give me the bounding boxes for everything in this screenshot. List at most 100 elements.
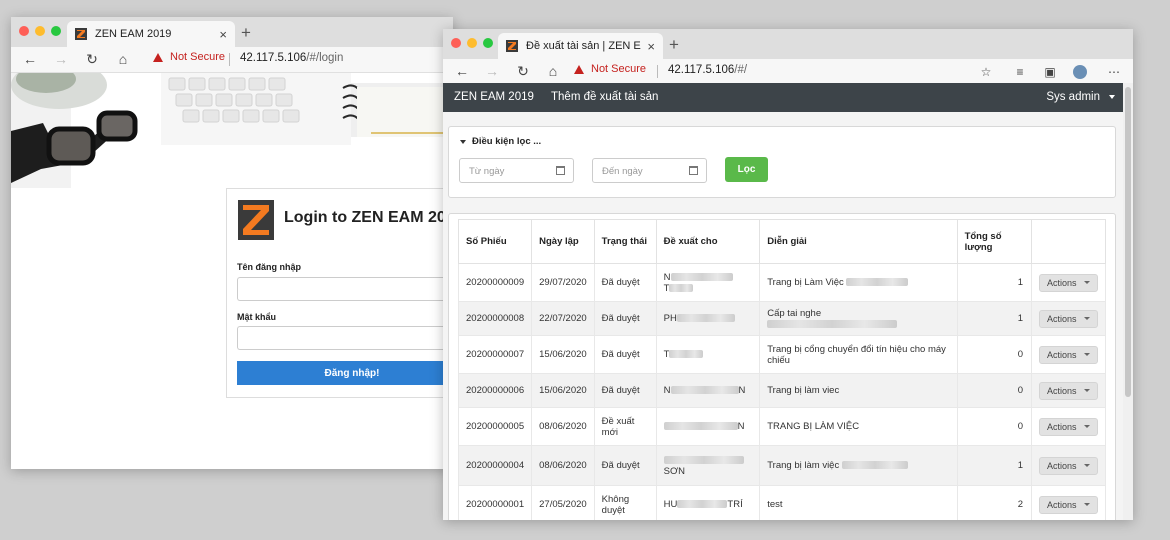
to-date-input[interactable]: Đến ngày xyxy=(592,158,707,183)
col-header[interactable]: Đề xuất cho xyxy=(655,219,761,264)
description: Cấp tai nghe xyxy=(767,307,822,319)
calendar-icon[interactable] xyxy=(689,166,698,175)
zen-favicon-icon xyxy=(75,28,87,40)
table-row[interactable]: 20200000007 15/06/2020 Đã duyệt T Trang … xyxy=(457,335,1107,374)
new-tab-icon[interactable]: + xyxy=(241,23,251,43)
login-browser-window: ZEN EAM 2019 × + ← → ↻ ⌂ Not Secure 42.1… xyxy=(11,17,453,469)
cell-actions: Actions xyxy=(1030,301,1107,336)
table-row[interactable]: 20200000009 29/07/2020 Đã duyệt NT Trang… xyxy=(457,263,1107,302)
url-field[interactable]: 42.117.5.106/#/login xyxy=(240,52,343,64)
actions-dropdown[interactable]: Actions xyxy=(1038,417,1098,436)
home-icon[interactable]: ⌂ xyxy=(544,62,562,80)
redacted-text xyxy=(670,386,739,395)
more-menu-icon[interactable]: ⋯ xyxy=(1107,65,1121,79)
navbar-brand[interactable]: ZEN EAM 2019 xyxy=(454,91,534,103)
close-window-button[interactable] xyxy=(451,38,461,48)
cell-ngay-lap: 22/07/2020 xyxy=(531,301,595,336)
cell-tong-so-luong: 1 xyxy=(956,301,1032,336)
actions-dropdown[interactable]: Actions xyxy=(1038,495,1098,514)
cell-trang-thai: Không duyệt xyxy=(593,485,657,520)
col-header[interactable]: Số Phiếu xyxy=(457,219,533,264)
redacted-text xyxy=(663,455,744,464)
chevron-down-icon xyxy=(1109,95,1115,99)
proposal-table: Số Phiếu Ngày lập Trạng thái Đề xuất cho… xyxy=(457,219,1107,520)
forward-arrow-icon[interactable]: → xyxy=(52,50,70,68)
calendar-icon[interactable] xyxy=(556,166,565,175)
close-tab-icon[interactable]: × xyxy=(219,27,227,42)
nav-add-proposal-link[interactable]: Thêm đề xuất tài sản xyxy=(551,91,658,103)
from-date-input[interactable]: Từ ngày xyxy=(459,158,574,183)
security-label: Not Secure xyxy=(591,63,647,75)
scrollbar-thumb[interactable] xyxy=(1125,87,1131,397)
table-row[interactable]: 20200000005 08/06/2020 Đề xuất mới N TRA… xyxy=(457,407,1107,446)
reload-icon[interactable]: ↻ xyxy=(514,62,532,80)
minimize-window-button[interactable] xyxy=(467,38,477,48)
table-row[interactable]: 20200000004 08/06/2020 Đã duyệt SƠN Tran… xyxy=(457,445,1107,486)
home-icon[interactable]: ⌂ xyxy=(114,50,132,68)
table-row[interactable]: 20200000006 15/06/2020 Đã duyệt NN Trang… xyxy=(457,373,1107,408)
favorite-star-icon[interactable]: ☆ xyxy=(979,65,993,79)
close-tab-icon[interactable]: × xyxy=(647,39,655,54)
favorites-list-icon[interactable]: ≡ xyxy=(1013,65,1027,79)
zen-favicon-icon xyxy=(506,40,518,52)
security-warning[interactable]: Not Secure xyxy=(574,63,646,75)
browser-tab-proposals[interactable]: Đề xuất tài sản | ZEN EAM 2019 × xyxy=(498,33,663,59)
cell-so-phieu: 20200000004 xyxy=(457,445,533,486)
new-tab-icon[interactable]: + xyxy=(669,35,679,55)
cell-dien-giai: Trang bị làm viec xyxy=(759,373,958,408)
cell-actions: Actions xyxy=(1030,485,1107,520)
username-input[interactable] xyxy=(237,277,453,301)
actions-dropdown[interactable]: Actions xyxy=(1038,309,1098,328)
col-header[interactable]: Diễn giải xyxy=(759,219,958,264)
url-path: /#/ xyxy=(734,64,748,76)
page-scrollbar[interactable] xyxy=(1123,83,1133,520)
col-header[interactable]: Ngày lập xyxy=(531,219,595,264)
cell-ngay-lap: 29/07/2020 xyxy=(531,263,595,302)
cell-dien-giai: Trang bị cổng chuyển đổi tín hiệu cho má… xyxy=(759,335,958,374)
filter-toggle[interactable]: Điều kiện lọc ... xyxy=(460,136,541,147)
actions-dropdown[interactable]: Actions xyxy=(1038,381,1098,400)
maximize-window-button[interactable] xyxy=(483,38,493,48)
table-row[interactable]: 20200000001 27/05/2020 Không duyệt HU TRÍ… xyxy=(457,485,1107,520)
cell-trang-thai: Đề xuất mới xyxy=(593,407,657,446)
back-arrow-icon[interactable]: ← xyxy=(21,50,39,68)
back-arrow-icon[interactable]: ← xyxy=(453,62,471,80)
close-window-button[interactable] xyxy=(19,26,29,36)
password-input[interactable] xyxy=(237,326,453,350)
col-header[interactable]: Tổng số lượng xyxy=(956,219,1032,264)
col-header[interactable]: Trạng thái xyxy=(593,219,657,264)
actions-dropdown[interactable]: Actions xyxy=(1038,345,1098,364)
actions-label: Actions xyxy=(1046,385,1077,396)
cell-actions: Actions xyxy=(1030,263,1107,302)
cell-dien-giai: Trang bị Làm Việc xyxy=(759,263,958,302)
caret-down-icon xyxy=(460,139,466,144)
tab-title: ZEN EAM 2019 xyxy=(95,28,172,40)
cell-de-xuat-cho: NN xyxy=(655,373,761,408)
cell-de-xuat-cho: HU TRÍ xyxy=(655,485,761,520)
cell-so-phieu: 20200000001 xyxy=(457,485,533,520)
filter-panel: Điều kiện lọc ... Từ ngày Đến ngày Lọc xyxy=(448,126,1116,198)
filter-button[interactable]: Lọc xyxy=(725,157,768,182)
login-button[interactable]: Đăng nhập! xyxy=(237,361,453,385)
collections-icon[interactable]: ▣ xyxy=(1043,65,1057,79)
cell-tong-so-luong: 1 xyxy=(956,445,1032,486)
url-field[interactable]: 42.117.5.106/#/ xyxy=(668,64,747,76)
profile-avatar[interactable] xyxy=(1073,65,1087,79)
security-warning[interactable]: Not Secure xyxy=(153,51,225,63)
actions-dropdown[interactable]: Actions xyxy=(1038,273,1098,292)
forward-arrow-icon[interactable]: → xyxy=(483,62,501,80)
username-label: Tên đăng nhập xyxy=(237,262,301,272)
maximize-window-button[interactable] xyxy=(51,26,61,36)
minimize-window-button[interactable] xyxy=(35,26,45,36)
actions-dropdown[interactable]: Actions xyxy=(1038,456,1098,475)
reload-icon[interactable]: ↻ xyxy=(83,50,101,68)
caret-down-icon xyxy=(1083,281,1090,284)
cell-so-phieu: 20200000008 xyxy=(457,301,533,336)
browser-tab-login[interactable]: ZEN EAM 2019 × xyxy=(67,21,235,47)
app-content: ZEN EAM 2019 Thêm đề xuất tài sản Sys ad… xyxy=(443,83,1123,520)
user-menu[interactable]: Sys admin xyxy=(1046,91,1115,103)
cell-dien-giai: test xyxy=(759,485,958,520)
caret-down-icon xyxy=(1083,389,1090,392)
address-bar: ← → ↻ ⌂ Not Secure 42.117.5.106/#/ ☆ ≡ ▣… xyxy=(443,59,1133,85)
table-row[interactable]: 20200000008 22/07/2020 Đã duyệt PH Cấp t… xyxy=(457,301,1107,336)
